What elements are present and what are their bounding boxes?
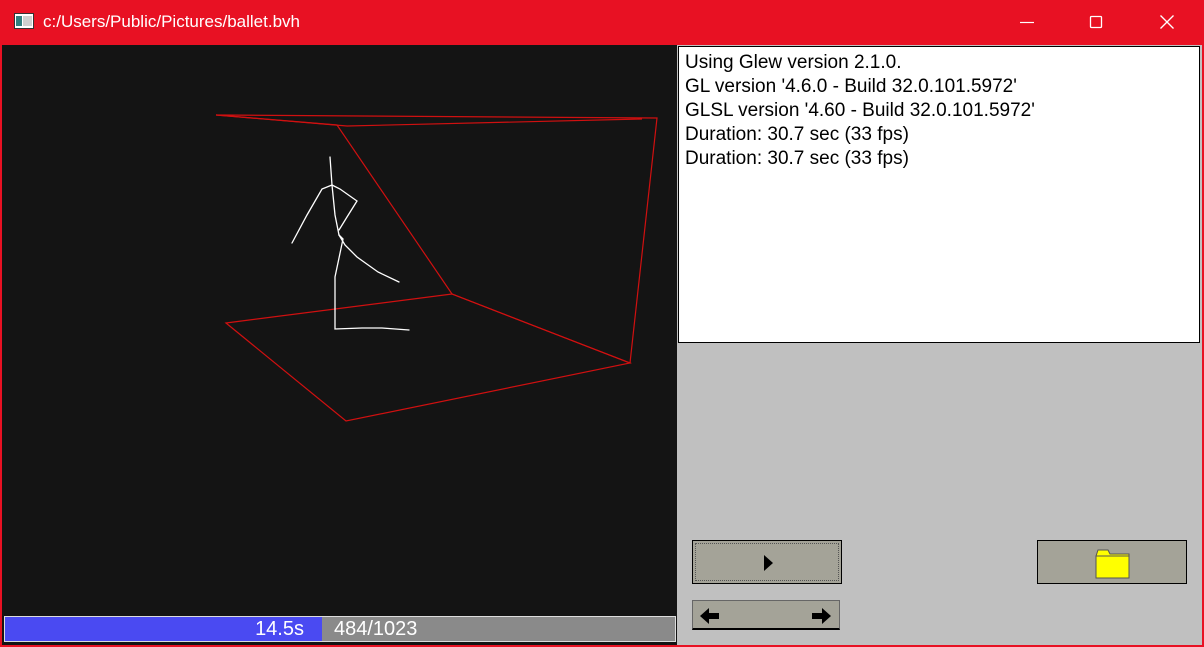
skeleton-figure: [291, 156, 410, 331]
log-line: GLSL version '4.60 - Build 32.0.101.5972…: [685, 100, 1035, 121]
side-panel: Using Glew version 2.1.0. GL version '4.6…: [677, 45, 1202, 645]
skeleton-head: [329, 156, 333, 186]
log-output[interactable]: Using Glew version 2.1.0. GL version '4.6…: [678, 46, 1200, 343]
window-title: c:/Users/Public/Pictures/ballet.bvh: [43, 12, 300, 31]
arrow-left-icon[interactable]: [699, 606, 721, 626]
maximize-icon: [1089, 15, 1103, 29]
app-icon: [14, 13, 34, 29]
frame-counter: 484/1023: [334, 618, 418, 640]
bounding-box: [215, 114, 658, 422]
minimize-icon: [1020, 21, 1034, 24]
log-line: Using Glew version 2.1.0.: [685, 52, 902, 73]
scene-canvas: [215, 114, 658, 422]
maximize-button[interactable]: [1073, 0, 1119, 45]
arrow-right-icon[interactable]: [810, 606, 832, 626]
frame-step-control: [692, 600, 840, 630]
close-button[interactable]: [1144, 0, 1190, 45]
skeleton-left-leg: [334, 234, 410, 331]
skeleton-left-arm: [291, 184, 333, 244]
log-line: GL version '4.6.0 - Build 32.0.101.5972': [685, 76, 1017, 97]
close-icon: [1160, 15, 1174, 29]
3d-viewport[interactable]: [2, 45, 677, 613]
skeleton-spine: [331, 184, 340, 236]
log-line: Duration: 30.7 sec (33 fps): [685, 148, 909, 169]
floor-plane: [224, 293, 633, 422]
folder-icon: [1095, 549, 1130, 579]
play-icon: [764, 555, 773, 571]
app-window: c:/Users/Public/Pictures/ballet.bvh 14.5…: [0, 0, 1204, 647]
status-bar: 14.5s 484/1023: [2, 613, 677, 645]
back-wall-plane: [215, 114, 658, 364]
skeleton-right-arm: [331, 184, 358, 231]
open-file-button[interactable]: [1037, 540, 1187, 584]
top-edge: [346, 118, 643, 127]
minimize-button[interactable]: [1004, 0, 1050, 45]
play-button[interactable]: [692, 540, 842, 584]
title-bar[interactable]: c:/Users/Public/Pictures/ballet.bvh: [0, 0, 1204, 45]
top-edge: [215, 114, 348, 127]
playback-progress-bar[interactable]: 14.5s 484/1023: [4, 616, 676, 642]
skeleton-right-leg: [338, 234, 400, 283]
time-label: 14.5s: [255, 618, 304, 640]
log-line: Duration: 30.7 sec (33 fps): [685, 124, 909, 145]
